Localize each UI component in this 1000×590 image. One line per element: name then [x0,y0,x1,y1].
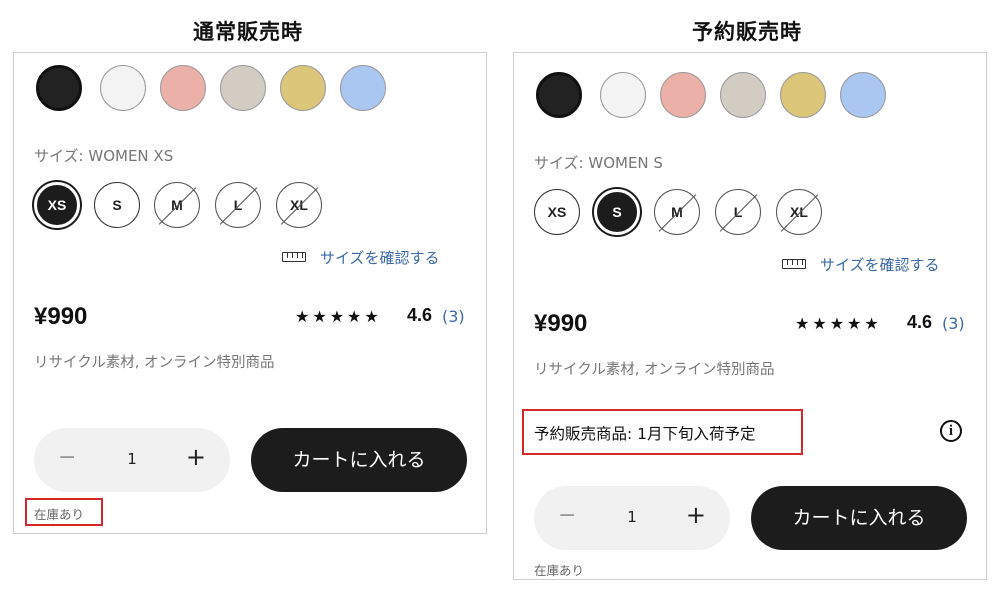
product-panel-preorder: サイズ: WOMEN S XS S M L XL サイズを確認する ¥990 ★… [513,52,987,580]
size-option-m[interactable]: M [654,189,700,235]
product-description: リサイクル素材, オンライン特別商品 [34,355,275,371]
ruler-icon [782,259,806,269]
stock-status: 在庫あり [534,563,585,578]
size-option-label: XL [290,197,308,213]
product-panel-normal: サイズ: WOMEN XS XS S M L XL サイズを確認する ¥990 … [13,52,487,534]
add-to-cart-button[interactable]: カートに入れる [251,428,467,492]
size-option-label: M [171,197,183,213]
size-option-label: L [233,197,243,213]
color-swatch-pink[interactable] [660,72,706,118]
size-option-label: L [733,204,743,220]
size-option-xl[interactable]: XL [776,189,822,235]
size-guide-link[interactable]: サイズを確認する [320,247,440,268]
review-count-link[interactable]: (3) [442,307,465,326]
decrease-quantity-button[interactable]: − [58,446,76,470]
size-option-label: XS [547,204,567,220]
info-icon-glyph: i [948,423,954,439]
color-swatch-black[interactable] [536,72,582,118]
quantity-stepper: − 1 + [34,428,230,492]
product-price: ¥990 [534,310,588,337]
color-swatch-white[interactable] [100,65,146,111]
selected-size-label: サイズ: WOMEN XS [34,147,174,165]
color-swatch-blue[interactable] [840,72,886,118]
color-swatch-pink[interactable] [160,65,206,111]
quantity-value: 1 [627,508,637,526]
stock-status: 在庫あり [34,507,85,522]
ruler-icon [282,252,306,262]
quantity-stepper: − 1 + [534,486,730,550]
color-swatch-white[interactable] [600,72,646,118]
color-swatch-black[interactable] [36,65,82,111]
decrease-quantity-button[interactable]: − [558,504,576,528]
size-option-m[interactable]: M [154,182,200,228]
increase-quantity-button[interactable]: + [186,444,206,470]
color-swatch-blue[interactable] [340,65,386,111]
color-swatch-beige[interactable] [220,65,266,111]
rating-value: 4.6 [907,312,933,332]
quantity-value: 1 [127,450,137,468]
size-option-label: XS [47,197,67,213]
size-option-xl[interactable]: XL [276,182,322,228]
size-option-l[interactable]: L [215,182,261,228]
size-guide-link[interactable]: サイズを確認する [820,254,940,275]
preorder-notice: 予約販売商品: 1月下旬入荷予定 [534,425,756,443]
increase-quantity-button[interactable]: + [686,502,706,528]
review-count-link[interactable]: (3) [942,314,965,333]
size-option-label: S [612,204,622,220]
color-swatch-yellow[interactable] [780,72,826,118]
color-swatch-beige[interactable] [720,72,766,118]
add-to-cart-button[interactable]: カートに入れる [751,486,967,550]
product-price: ¥990 [34,303,88,330]
size-option-label: XL [790,204,808,220]
selected-size-label: サイズ: WOMEN S [534,154,663,172]
size-option-label: M [671,204,683,220]
rating-value: 4.6 [407,305,433,325]
rating-stars: ★★★★★ [295,307,382,326]
size-option-s[interactable]: S [94,182,140,228]
size-option-l[interactable]: L [715,189,761,235]
size-option-xs[interactable]: XS [34,182,80,228]
size-option-s[interactable]: S [594,189,640,235]
color-swatch-yellow[interactable] [280,65,326,111]
size-option-xs[interactable]: XS [534,189,580,235]
info-icon[interactable]: i [940,420,962,442]
panel-heading-normal: 通常販売時 [193,20,303,44]
product-description: リサイクル素材, オンライン特別商品 [534,362,775,378]
size-option-label: S [112,197,122,213]
panel-heading-preorder: 予約販売時 [692,20,802,44]
rating-stars: ★★★★★ [795,314,882,333]
